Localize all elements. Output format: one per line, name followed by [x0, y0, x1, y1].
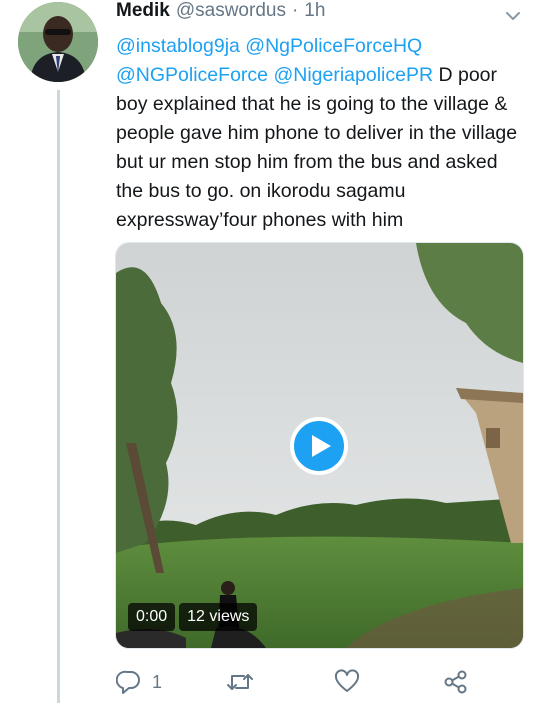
- play-button[interactable]: [290, 417, 348, 475]
- mention-link[interactable]: @NgPoliceForceHQ: [245, 35, 422, 57]
- tweet-body: D poor boy explained that he is going to…: [116, 64, 518, 231]
- author-handle[interactable]: @saswordus: [176, 0, 286, 22]
- video-view-count: 12 views: [179, 603, 258, 631]
- mention-link[interactable]: @instablog9ja: [116, 35, 240, 57]
- separator-dot: ·: [291, 0, 299, 21]
- reply-count: 1: [152, 671, 163, 692]
- chevron-down-icon[interactable]: [503, 6, 523, 26]
- like-button[interactable]: [334, 666, 370, 698]
- retweet-icon: [227, 674, 253, 690]
- tweet-time[interactable]: 1h: [304, 0, 325, 22]
- mention-link[interactable]: @NigeriapolicePR: [273, 64, 433, 86]
- reply-button[interactable]: 1: [116, 666, 162, 698]
- avatar-image: [18, 2, 98, 82]
- share-button[interactable]: [443, 666, 469, 698]
- author-name[interactable]: Medik: [116, 0, 170, 22]
- tweet-text: @instablog9ja @NgPoliceForceHQ @NGPolice…: [116, 32, 526, 235]
- avatar[interactable]: [18, 2, 98, 82]
- share-icon: [444, 670, 467, 694]
- video-timestamp: 0:00: [128, 603, 176, 631]
- video-overlay: 0:00 12 views: [128, 603, 258, 631]
- video-player[interactable]: 0:00 12 views: [115, 242, 524, 649]
- mention-link[interactable]: @NGPoliceForce: [116, 64, 268, 86]
- play-icon: [312, 435, 331, 457]
- tweet-header: Medik @saswordus · 1h: [116, 0, 325, 28]
- tweet-actions: 1: [116, 666, 496, 698]
- thread-line: [57, 90, 60, 703]
- reply-icon: [116, 670, 140, 694]
- like-icon: [334, 669, 360, 692]
- retweet-button[interactable]: [226, 666, 264, 698]
